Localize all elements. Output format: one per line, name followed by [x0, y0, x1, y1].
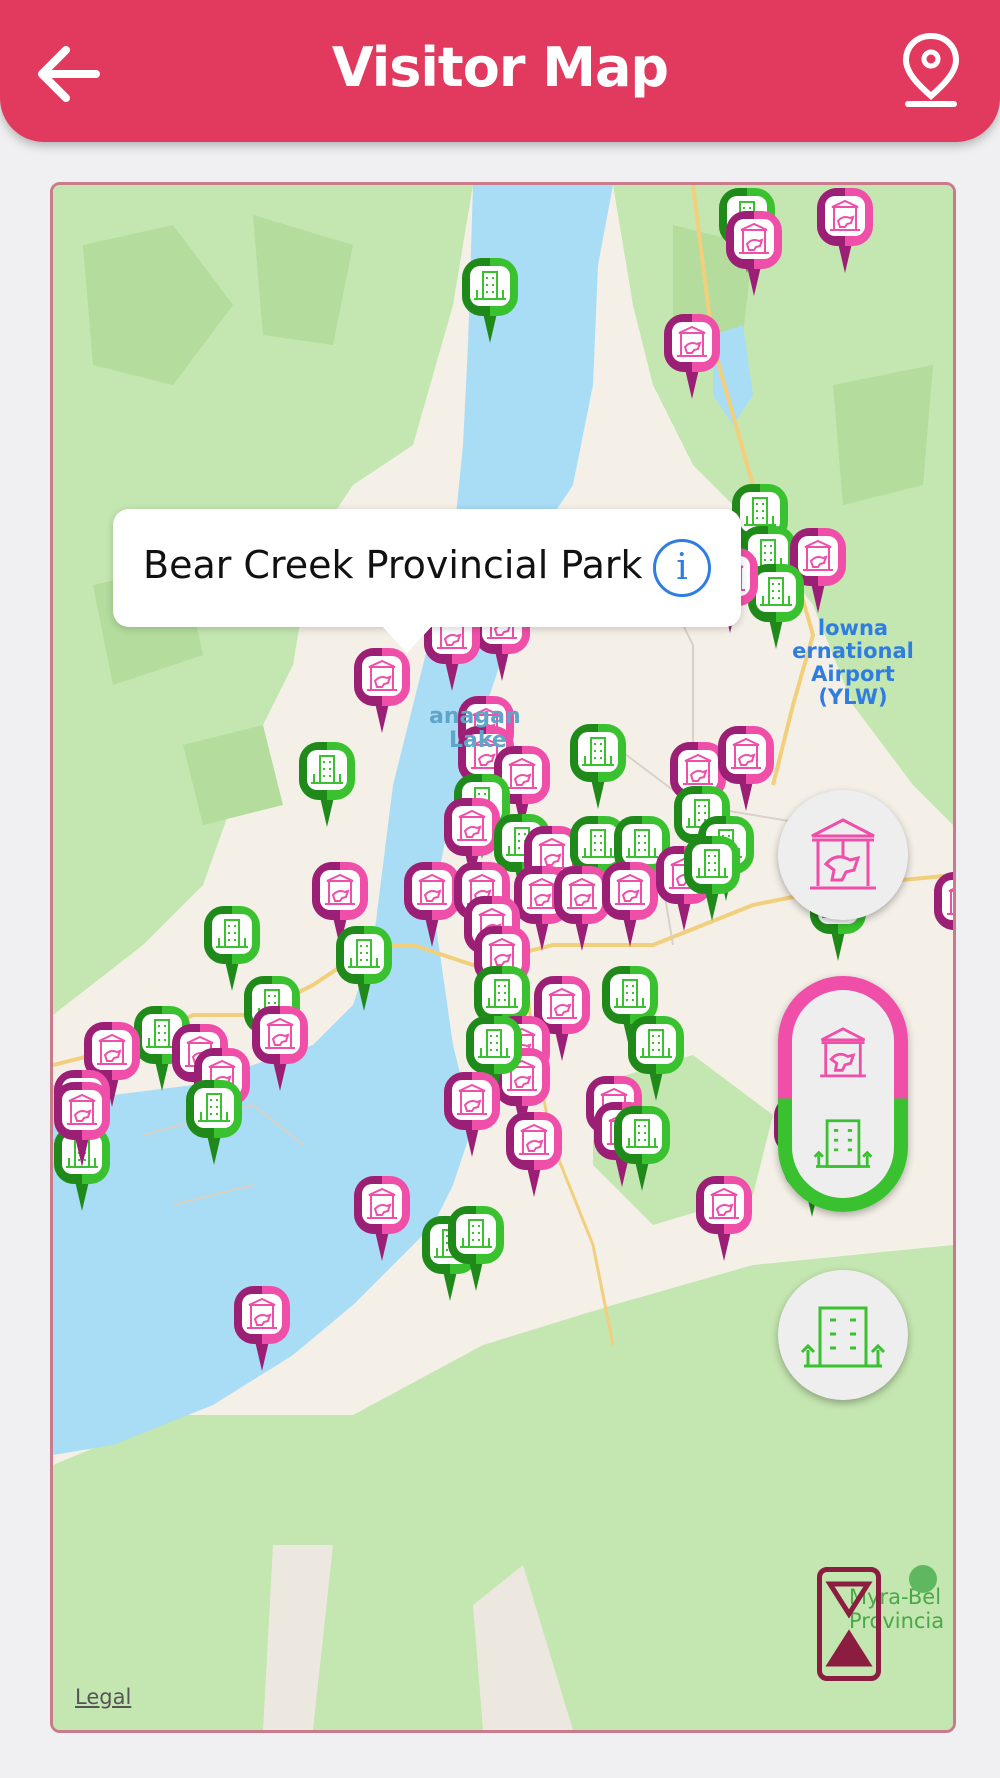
attraction-pin[interactable] [663, 313, 721, 401]
page-title: Visitor Map [331, 36, 669, 99]
lake-label: anagan Lake [429, 705, 521, 753]
lake-label-line1: anagan [429, 704, 521, 729]
carousel-pin-icon [444, 1072, 500, 1157]
carousel-pin-icon [54, 1082, 110, 1167]
hotel-pin[interactable] [298, 741, 356, 829]
carousel-pin-icon [506, 1112, 562, 1197]
carousel-pin-icon [696, 1176, 752, 1261]
location-button[interactable] [896, 30, 966, 110]
hotel-pin[interactable] [185, 1079, 243, 1167]
filter-attractions-button[interactable] [778, 790, 908, 920]
carousel-pin-icon [602, 862, 658, 947]
lake-label-line2: Lake [449, 728, 507, 753]
hotel-pin-icon [336, 926, 392, 1011]
hotel-pin[interactable] [335, 925, 393, 1013]
carousel-pin-icon [354, 648, 410, 733]
park-tree-icon [909, 1565, 937, 1593]
attraction-pin[interactable] [353, 1175, 411, 1263]
attraction-pin[interactable] [725, 210, 783, 298]
map-view[interactable]: lowna ernational Airport (YLW) anagan La… [50, 182, 956, 1733]
airport-label-line1: lowna [817, 616, 889, 640]
hotel-pin-icon [448, 1206, 504, 1291]
hotel-icon [813, 1119, 873, 1168]
attraction-pin[interactable] [353, 647, 411, 735]
location-pin-icon [902, 32, 960, 107]
hotel-pin-icon [299, 742, 355, 827]
carousel-pin-icon [934, 872, 953, 930]
attraction-pin[interactable] [251, 1005, 309, 1093]
carousel-pin-icon [664, 314, 720, 399]
carousel-pin-icon [252, 1006, 308, 1091]
legal-link[interactable]: Legal [75, 1685, 131, 1709]
hotel-pin-icon [570, 724, 626, 809]
carousel-pin-icon [817, 188, 873, 273]
place-callout[interactable]: Bear Creek Provincial Park i [113, 509, 741, 653]
attraction-pin[interactable] [443, 1071, 501, 1159]
attraction-pin[interactable] [233, 1285, 291, 1373]
hotel-pin[interactable] [447, 1205, 505, 1293]
compass-icon [825, 1581, 873, 1667]
airport-label-line3: Airport (YLW) [811, 662, 895, 709]
attraction-pin[interactable] [505, 1111, 563, 1199]
hotel-pin-icon [462, 258, 518, 343]
app-header: Visitor Map [0, 0, 1000, 142]
hotel-pin-icon [684, 836, 740, 921]
carousel-icon [810, 818, 876, 890]
hotel-pin[interactable] [683, 835, 741, 923]
attraction-pin[interactable] [816, 187, 874, 275]
filter-hotels-button[interactable] [778, 1270, 908, 1400]
attraction-pin[interactable] [933, 871, 953, 959]
attraction-pin[interactable] [695, 1175, 753, 1263]
carousel-pin-icon [726, 211, 782, 296]
hotel-pin[interactable] [569, 723, 627, 811]
hotel-icon [800, 1306, 886, 1368]
carousel-pin-icon [354, 1176, 410, 1261]
info-button[interactable]: i [653, 539, 711, 597]
hotel-pin[interactable] [461, 257, 519, 345]
filter-all-button[interactable] [778, 976, 908, 1212]
attraction-pin[interactable] [53, 1081, 111, 1169]
carousel-icon [820, 1027, 866, 1078]
filter-all-inner [792, 990, 894, 1198]
callout-title: Bear Creek Provincial Park [143, 543, 643, 587]
attraction-pin[interactable] [601, 861, 659, 949]
airport-label: lowna ernational Airport (YLW) [773, 617, 933, 709]
compass-button[interactable] [817, 1567, 881, 1681]
airport-label-line2: ernational [792, 639, 914, 663]
hotel-pin-icon [186, 1080, 242, 1165]
carousel-pin-icon [234, 1286, 290, 1371]
hotel-pin[interactable] [613, 1105, 671, 1193]
hotel-pin-icon [614, 1106, 670, 1191]
